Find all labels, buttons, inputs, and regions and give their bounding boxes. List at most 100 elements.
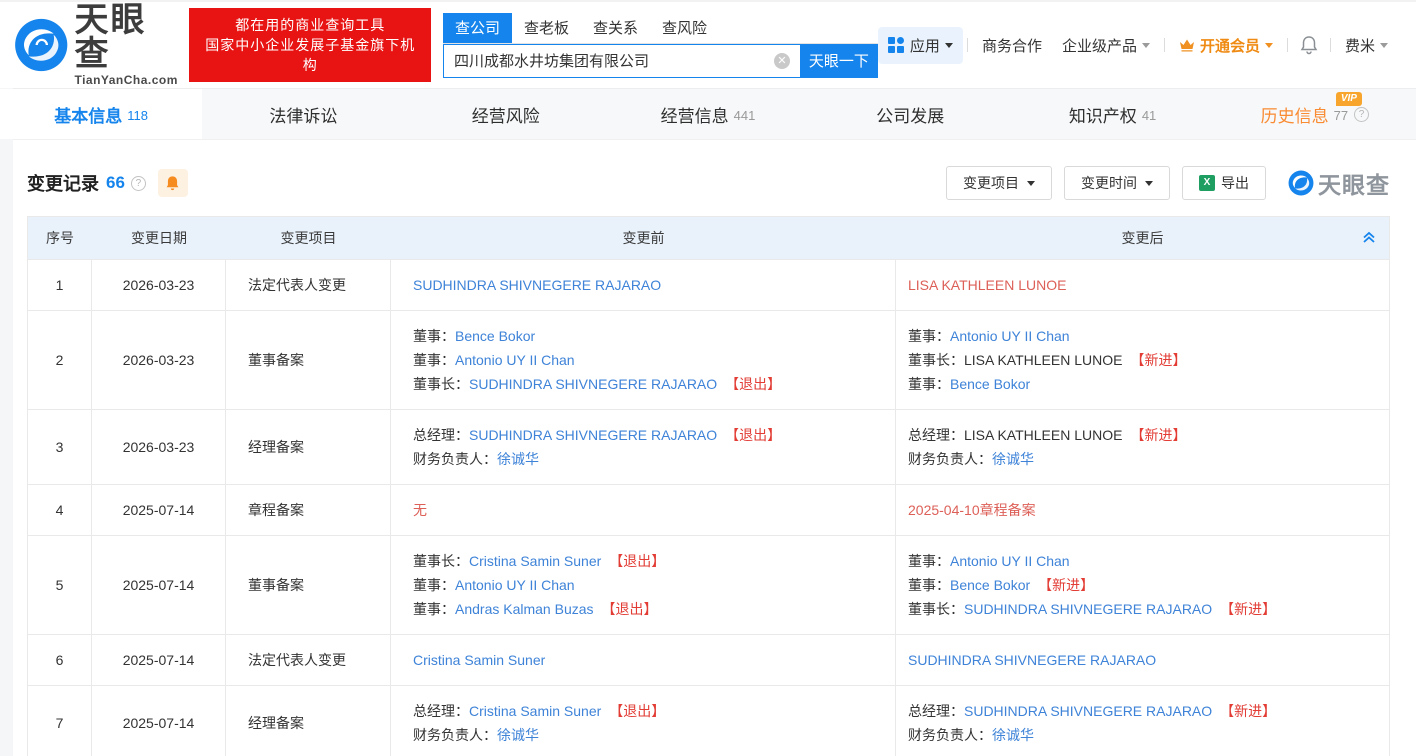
person-link[interactable]: SUDHINDRA SHIVNEGERE RAJARAO: [413, 277, 661, 293]
table-row: 2 2026-03-23 董事备案 董事：Bence Bokor 董事：Anto…: [28, 310, 1389, 409]
tab-intellectual-property[interactable]: 知识产权 41: [1011, 89, 1213, 139]
search-tab-company[interactable]: 查公司: [443, 13, 512, 43]
date-cell: 2025-07-14: [92, 686, 226, 756]
export-label: 导出: [1221, 173, 1249, 193]
export-button[interactable]: X 导出: [1182, 166, 1266, 200]
tab-history-info[interactable]: VIP 历史信息 77 ?: [1214, 89, 1416, 139]
nav-vip[interactable]: 开通会员: [1169, 35, 1283, 56]
tab-label: 历史信息: [1261, 102, 1329, 127]
role-label: 财务负责人：: [908, 451, 992, 467]
role-label: 董事：: [413, 601, 455, 617]
collapse-icon[interactable]: [1361, 229, 1377, 248]
person-link[interactable]: SUDHINDRA SHIVNEGERE RAJARAO: [469, 427, 717, 443]
tab-company-development[interactable]: 公司发展: [809, 89, 1011, 139]
table-row: 5 2025-07-14 董事备案 董事长：Cristina Samin Sun…: [28, 535, 1389, 634]
role-label: 董事：: [413, 577, 455, 593]
search-input[interactable]: [443, 44, 800, 78]
help-icon[interactable]: ?: [131, 176, 146, 191]
date-cell: 2026-03-23: [92, 410, 226, 484]
item-cell: 董事备案: [226, 311, 391, 409]
role-label: 财务负责人：: [908, 727, 992, 743]
person-link[interactable]: Antonio UY II Chan: [455, 577, 575, 593]
person-link[interactable]: Cristina Samin Suner: [469, 703, 601, 719]
person-link[interactable]: Bence Bokor: [950, 577, 1030, 593]
seq-cell: 4: [28, 485, 92, 535]
person-link[interactable]: Antonio UY II Chan: [455, 352, 575, 368]
item-cell: 法定代表人变更: [226, 260, 391, 310]
person-link[interactable]: Antonio UY II Chan: [950, 328, 1070, 344]
change-record-table: 序号 变更日期 变更项目 变更前 变更后 1 2026-03-23 法定代表人变…: [27, 216, 1390, 756]
exit-tag: 【退出】: [725, 427, 781, 443]
person-link[interactable]: Andras Kalman Buzas: [455, 601, 594, 617]
tianyancha-eye-icon: [14, 17, 68, 73]
tab-basic-info[interactable]: 基本信息 118: [0, 89, 202, 139]
date-cell: 2025-07-14: [92, 536, 226, 634]
bell-icon: [165, 175, 180, 192]
person-link[interactable]: 徐诚华: [497, 727, 539, 743]
filter-change-time-button[interactable]: 变更时间: [1064, 166, 1170, 200]
tab-legal[interactable]: 法律诉讼: [202, 89, 404, 139]
help-icon[interactable]: ?: [1354, 107, 1369, 122]
chevron-down-icon: [945, 43, 953, 48]
person-link[interactable]: Antonio UY II Chan: [950, 553, 1070, 569]
tianyancha-logo[interactable]: 天眼查 TianYanCha.com: [14, 3, 179, 87]
col-after: 变更后: [896, 228, 1389, 248]
person-link[interactable]: Cristina Samin Suner: [469, 553, 601, 569]
top-header: 天眼查 TianYanCha.com 都在用的商业查询工具 国家中小企业发展子基…: [0, 0, 1416, 88]
notification-bell-icon[interactable]: [1292, 35, 1326, 55]
nav-separator: [967, 38, 968, 52]
chevron-down-icon: [1027, 181, 1035, 186]
person-link[interactable]: 徐诚华: [992, 727, 1034, 743]
person-link[interactable]: SUDHINDRA SHIVNEGERE RAJARAO: [964, 703, 1212, 719]
role-label: 财务负责人：: [413, 727, 497, 743]
new-tag: 【新进】: [1220, 601, 1276, 617]
tab-operation-risk[interactable]: 经营风险: [405, 89, 607, 139]
monitor-bell-button[interactable]: [158, 169, 188, 197]
nav-user[interactable]: 费米: [1335, 35, 1398, 56]
filter-change-item-button[interactable]: 变更项目: [946, 166, 1052, 200]
seq-cell: 3: [28, 410, 92, 484]
search-tab-boss[interactable]: 查老板: [512, 13, 581, 43]
role-label: 董事：: [908, 376, 950, 392]
nav-separator: [1330, 38, 1331, 52]
seq-cell: 1: [28, 260, 92, 310]
person-link[interactable]: Bence Bokor: [455, 328, 535, 344]
main-content: 变更记录 66 ? 变更项目 变更时间 X 导出: [0, 166, 1416, 756]
person-name: LISA KATHLEEN LUNOE: [964, 427, 1122, 443]
nav-apps[interactable]: 应用: [878, 27, 963, 64]
date-cell: 2025-07-14: [92, 485, 226, 535]
person-link[interactable]: SUDHINDRA SHIVNEGERE RAJARAO: [964, 601, 1212, 617]
nav-enterprise[interactable]: 企业级产品: [1052, 35, 1160, 56]
search-tab-relation[interactable]: 查关系: [581, 13, 650, 43]
table-row: 4 2025-07-14 章程备案 无 2025-04-10章程备案: [28, 484, 1389, 535]
search-area: 查公司 查老板 查关系 查风险 ✕ 天眼一下: [443, 13, 878, 78]
tab-operation-info[interactable]: 经营信息 441: [607, 89, 809, 139]
clear-search-icon[interactable]: ✕: [774, 53, 790, 69]
nav-cooperation[interactable]: 商务合作: [972, 35, 1052, 56]
watermark-label: 天眼查: [1318, 166, 1390, 200]
col-item: 变更项目: [226, 228, 391, 248]
search-tab-risk[interactable]: 查风险: [650, 13, 719, 43]
tab-count: 77: [1334, 108, 1348, 123]
col-seq: 序号: [28, 228, 92, 248]
tianyancha-watermark: 天眼查: [1288, 166, 1390, 200]
date-cell: 2026-03-23: [92, 311, 226, 409]
person-link[interactable]: SUDHINDRA SHIVNEGERE RAJARAO: [469, 376, 717, 392]
person-link[interactable]: Cristina Samin Suner: [413, 652, 545, 668]
nav-separator: [1164, 38, 1165, 52]
before-cell: 董事：Bence Bokor 董事：Antonio UY II Chan 董事长…: [391, 311, 896, 409]
role-label: 总经理：: [413, 703, 469, 719]
person-link[interactable]: Bence Bokor: [950, 376, 1030, 392]
chevron-down-icon: [1265, 43, 1273, 48]
role-label: 财务负责人：: [413, 451, 497, 467]
search-button[interactable]: 天眼一下: [800, 44, 878, 78]
person-link[interactable]: 徐诚华: [497, 451, 539, 467]
role-label: 董事长：: [908, 601, 964, 617]
exit-tag: 【退出】: [602, 601, 658, 617]
after-cell: 董事：Antonio UY II Chan 董事：Bence Bokor【新进】…: [896, 536, 1389, 634]
before-cell: 无: [391, 485, 896, 535]
person-link[interactable]: 徐诚华: [992, 451, 1034, 467]
exit-tag: 【退出】: [609, 553, 665, 569]
person-link[interactable]: SUDHINDRA SHIVNEGERE RAJARAO: [908, 652, 1156, 668]
search-row: ✕ 天眼一下: [443, 44, 878, 78]
